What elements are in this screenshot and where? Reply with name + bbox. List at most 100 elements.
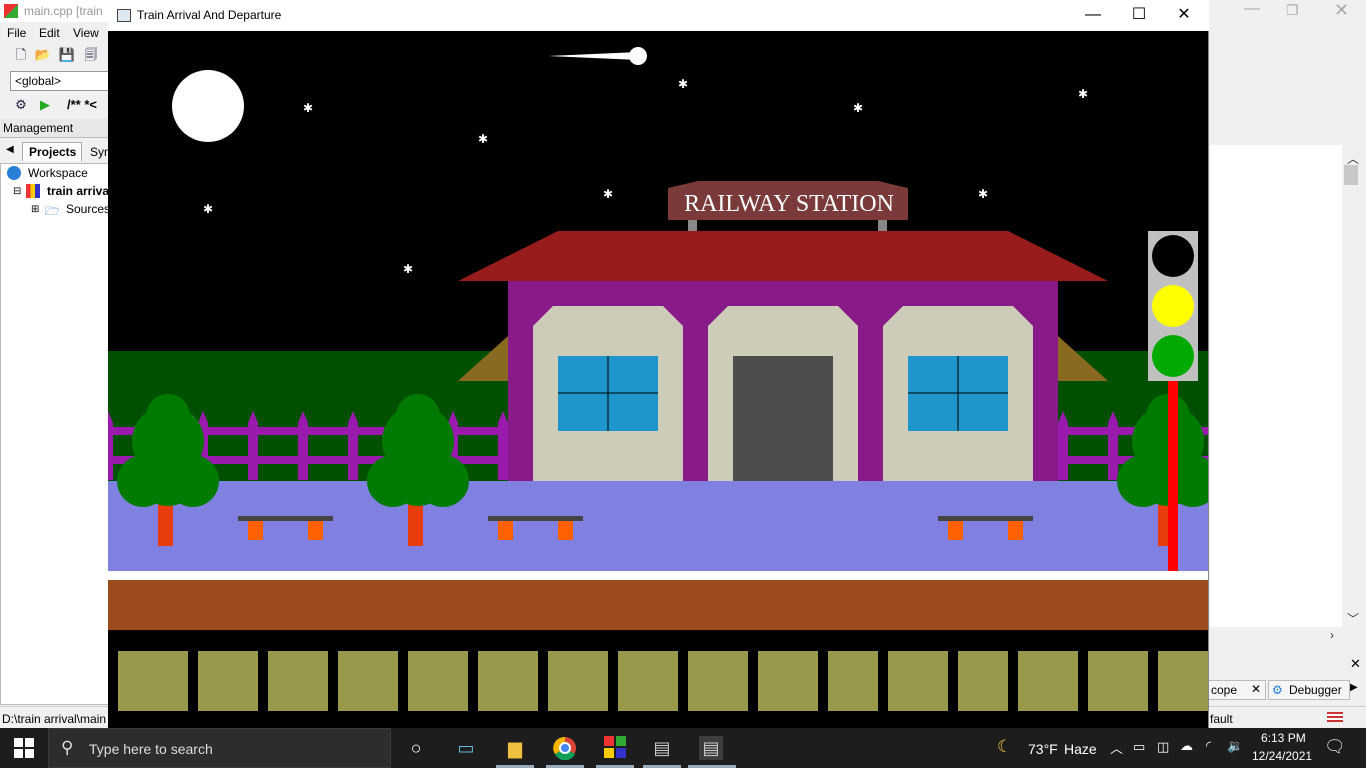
onedrive-icon[interactable]: ☁ [1180,738,1193,754]
star: ✱ [203,202,213,216]
station-door [733,356,833,481]
search-placeholder: Type here to search [89,741,213,757]
ide-maximize-icon[interactable]: ❐ [1286,2,1299,19]
menu-edit[interactable]: Edit [39,26,60,40]
signal-light-yellow [1152,285,1194,327]
scroll-right-icon[interactable]: › [1330,628,1334,642]
tab-projects[interactable]: Projects [22,142,82,161]
save-icon[interactable]: 💾 [58,46,76,64]
clock-date[interactable]: 12/24/2021 [1252,749,1312,763]
sleeper [618,651,678,711]
weather-desc[interactable]: Haze [1064,741,1097,757]
sleeper [888,651,948,711]
star: ✱ [678,77,688,91]
sleepers [118,651,1208,711]
cortana-icon[interactable]: ○ [404,736,428,760]
taskbar: ⚲ Type here to search ○ ▭ ▆ ▤ ▤ ☾ 73°F H… [0,728,1366,768]
tab-scope[interactable]: cope ✕ [1208,680,1266,700]
sleeper [758,651,818,711]
menu-file[interactable]: File [7,26,26,40]
station-roof [458,231,1108,281]
log-close-icon[interactable]: ✕ [1350,656,1361,672]
sign-post-left [688,219,697,231]
tab-scope-close-icon[interactable]: ✕ [1251,682,1261,696]
open-folder-icon[interactable]: 📂 [34,46,52,64]
editor-area [1210,145,1342,627]
sleeper [548,651,608,711]
minimize-icon[interactable]: — [1078,4,1108,26]
close-icon[interactable]: ✕ [1169,4,1199,26]
signal-light-green [1152,335,1194,377]
file-explorer-icon[interactable]: ▆ [503,736,527,760]
windows-start-icon[interactable] [14,738,34,758]
comment-toolbar-label[interactable]: /** *< [67,97,97,112]
sleeper [408,651,468,711]
task-view-icon[interactable]: ▭ [454,736,478,760]
menu-view[interactable]: View [73,26,99,40]
moon [172,70,244,142]
tab-projects-label: Projects [29,145,77,159]
sleeper [958,651,1008,711]
tab-debugger-label: Debugger [1289,683,1342,697]
scroll-up-icon[interactable]: ︿ [1347,150,1359,167]
railway-scene: ✱ ✱ ✱ ✱ ✱ ✱ ✱ ✱ ✱ RAILWAY STATION [108,31,1208,728]
codeblocks-icon[interactable] [603,736,627,760]
weather-temp[interactable]: 73°F [1028,741,1058,757]
project-tree: Workspace ⊟ train arriva ⊞ 🗁 Sources [0,163,110,705]
star: ✱ [478,132,488,146]
star: ✱ [978,187,988,201]
meet-now-icon[interactable]: ◫ [1157,739,1169,755]
clock-time[interactable]: 6:13 PM [1261,731,1306,745]
platform [108,481,1208,571]
ide-minimize-icon[interactable]: — [1244,0,1260,18]
taskbar-search[interactable]: ⚲ Type here to search [48,728,391,768]
sleeper [1018,651,1078,711]
expand-icon[interactable]: ⊞ [31,204,39,215]
scroll-down-icon[interactable]: ﹀ [1347,610,1359,627]
chevron-up-icon[interactable]: ︿ [1110,738,1123,757]
build-icon[interactable]: ⚙ [12,96,30,114]
tree-item-workspace[interactable]: Workspace [28,166,88,180]
sleeper [338,651,398,711]
signal-pole [1168,376,1178,571]
tab-debugger[interactable]: ⚙ Debugger [1268,680,1350,700]
train-app-taskbar-icon[interactable]: ▤ [699,736,723,760]
ide-close-icon[interactable]: ✕ [1334,0,1349,21]
wifi-icon[interactable]: ◜ [1206,738,1211,754]
app-title: Train Arrival And Departure [137,8,282,22]
battery-icon[interactable]: ▭ [1133,739,1145,755]
star: ✱ [1078,87,1088,101]
notification-icon[interactable]: 🗨 [1324,737,1346,757]
save-all-icon[interactable]: 🗐 [82,46,100,64]
run-icon[interactable]: ▶ [36,96,54,114]
tree-item-sources[interactable]: Sources [66,202,110,216]
volume-icon[interactable]: 🔉 [1227,738,1243,754]
app-window-icon[interactable]: ▤ [650,736,674,760]
management-panel-header: Management [0,119,108,138]
right-window [908,356,1008,431]
tab-scroll-left-icon[interactable]: ◀ [6,144,14,155]
sleeper [118,651,188,711]
sign-post-right [878,219,887,231]
scope-combo-value: <global> [15,74,62,88]
platform-edge [108,571,1208,580]
workspace-icon [7,166,21,180]
tabs-scroll-right-icon[interactable]: ▶ [1350,682,1358,693]
management-label: Management [3,121,74,135]
app-icon [117,9,131,22]
collapse-icon[interactable]: ⊟ [13,186,21,197]
new-file-icon[interactable]: 🗋 [12,46,30,64]
signal-light-red [1152,235,1194,277]
status-path: D:\train arrival\main [2,712,107,726]
scroll-thumb[interactable] [1344,165,1358,185]
sleeper [828,651,878,711]
tree-item-project[interactable]: train arriva [47,184,109,198]
app-titlebar[interactable]: Train Arrival And Departure — ☐ ✕ [108,0,1209,31]
sleeper [198,651,258,711]
scope-combo[interactable]: <global> [10,71,110,91]
station-sign-text: RAILWAY STATION [684,191,894,217]
chrome-icon[interactable] [553,736,577,761]
vertical-scrollbar[interactable] [1342,145,1360,627]
star: ✱ [603,187,613,201]
maximize-icon[interactable]: ☐ [1124,4,1154,26]
